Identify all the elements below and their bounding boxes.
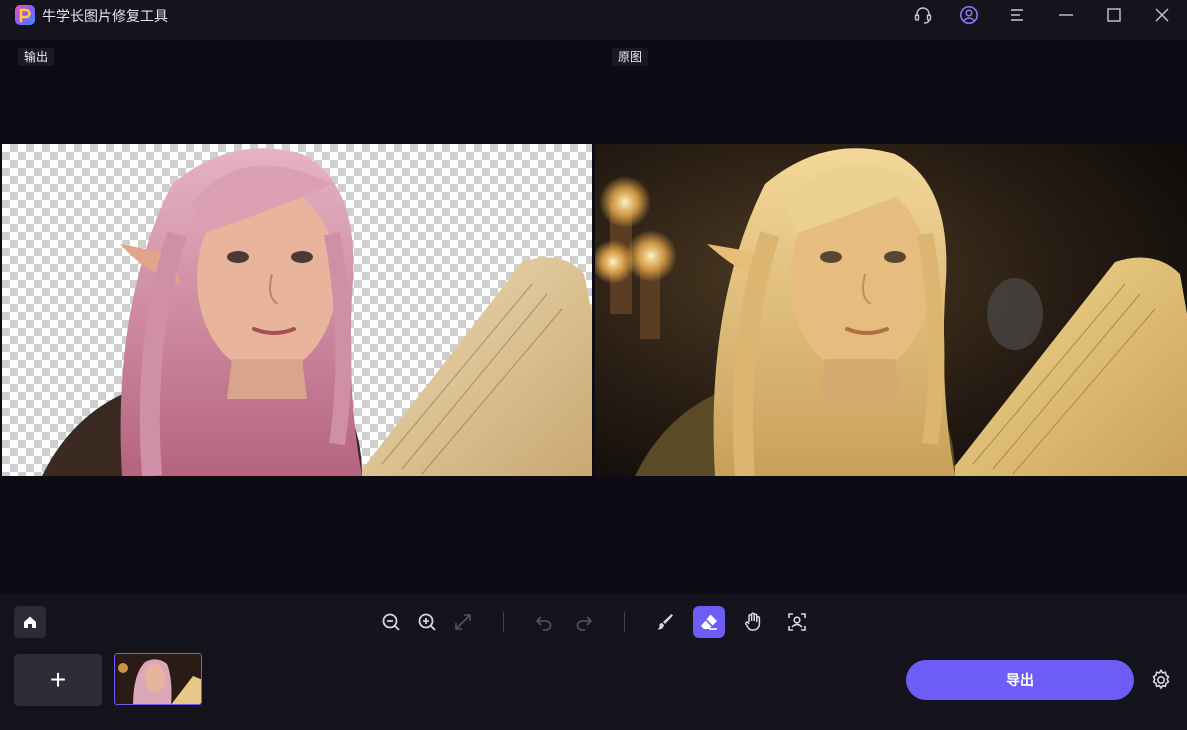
- close-icon[interactable]: [1151, 4, 1173, 26]
- zoom-out-button[interactable]: [375, 606, 407, 638]
- portrait-select-button[interactable]: [781, 606, 813, 638]
- brush-icon: [657, 614, 673, 630]
- image-thumbnail[interactable]: [114, 653, 202, 705]
- undo-button[interactable]: [528, 606, 560, 638]
- add-image-button[interactable]: +: [14, 654, 102, 706]
- hand-pan-button[interactable]: [737, 606, 769, 638]
- output-image: [42, 148, 592, 476]
- toolbar-divider: [624, 612, 625, 632]
- thumbnail-image: [115, 654, 201, 704]
- zoom-out-icon: [382, 613, 400, 631]
- settings-button[interactable]: [1148, 667, 1174, 693]
- toolbar-divider: [503, 612, 504, 632]
- output-pane-label: 输出: [18, 48, 55, 66]
- minimize-icon[interactable]: [1055, 4, 1077, 26]
- undo-icon: [535, 616, 552, 631]
- export-button[interactable]: 导出: [906, 660, 1134, 700]
- support-icon[interactable]: [912, 4, 934, 26]
- menu-icon[interactable]: [1006, 4, 1028, 26]
- fit-screen-button[interactable]: [447, 606, 479, 638]
- output-image-canvas[interactable]: [2, 144, 592, 476]
- eraser-button[interactable]: [693, 606, 725, 638]
- maximize-icon[interactable]: [1103, 4, 1125, 26]
- app-logo-icon: [15, 5, 35, 25]
- zoom-in-icon: [418, 613, 436, 631]
- redo-icon: [576, 616, 593, 631]
- app-title: 牛学长图片修复工具: [42, 8, 168, 24]
- eraser-icon: [701, 614, 717, 630]
- redo-button[interactable]: [568, 606, 600, 638]
- home-icon: [24, 616, 36, 628]
- original-pane-label: 原图: [612, 48, 649, 66]
- hand-pan-icon: [745, 612, 761, 631]
- add-label: +: [49, 664, 67, 695]
- original-image: [595, 144, 1187, 476]
- fit-screen-icon: [455, 614, 471, 630]
- portrait-select-icon: [788, 613, 806, 631]
- gear-icon: [1152, 669, 1170, 690]
- home-button[interactable]: [14, 606, 46, 638]
- brush-button[interactable]: [649, 606, 681, 638]
- original-image-canvas[interactable]: [595, 144, 1187, 476]
- account-icon[interactable]: [958, 4, 980, 26]
- zoom-in-button[interactable]: [411, 606, 443, 638]
